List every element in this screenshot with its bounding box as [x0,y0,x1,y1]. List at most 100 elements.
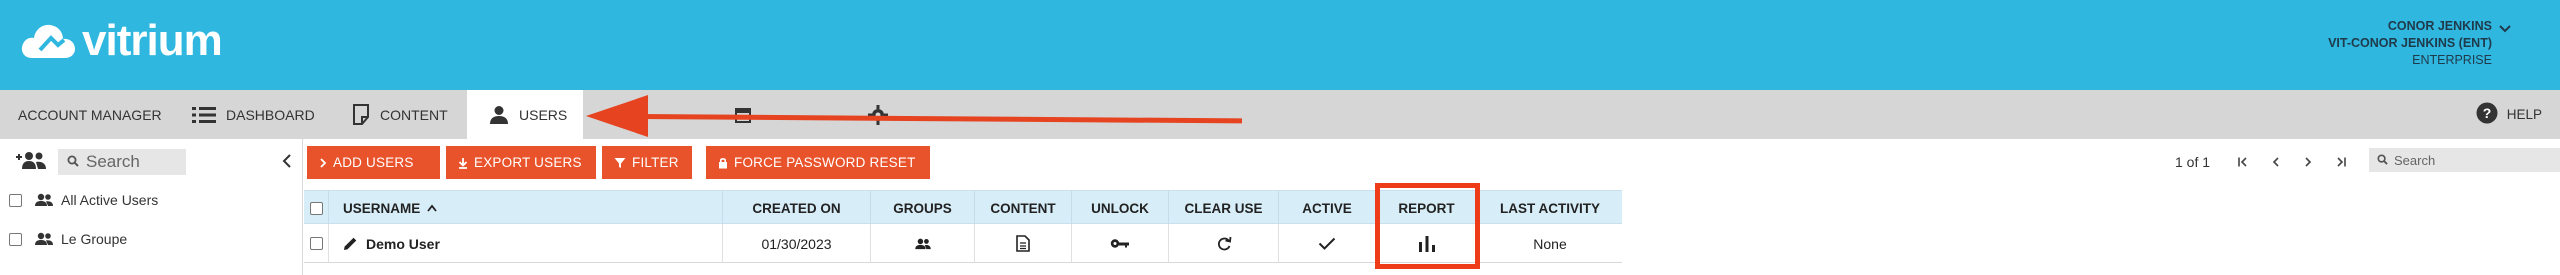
group-item-le-groupe[interactable]: Le Groupe [0,221,303,257]
column-username[interactable]: USERNAME [328,191,746,225]
last-page-icon[interactable] [2330,152,2350,172]
column-label: CONTENT [990,200,1056,216]
column-content[interactable]: CONTENT [974,191,1071,225]
help-icon: ? [2476,102,2498,127]
active-cell[interactable] [1278,224,1375,263]
users-action-bar: ADD USERS EXPORT USERS FILTER FORCE PASS… [304,139,2560,182]
last-activity-cell: None [1477,224,1622,263]
refresh-icon[interactable] [1216,235,1232,252]
collapse-sidebar-icon[interactable] [281,153,293,169]
pencil-icon[interactable] [343,236,358,251]
annotation-highlight-box [1375,183,1480,269]
group-label: Le Groupe [61,231,128,247]
main-nav: ACCOUNT MANAGER DASHBOARD CONTENT USERS … [0,90,2560,139]
vitrium-logo[interactable]: vitrium [18,16,223,66]
column-groups[interactable]: GROUPS [870,191,974,225]
column-label: CREATED ON [752,200,841,216]
force-password-reset-button[interactable]: FORCE PASSWORD RESET [706,146,930,179]
nav-users[interactable]: USERS [467,90,583,139]
sidebar-toolbar: Search [0,139,303,182]
column-clear-use[interactable]: CLEAR USE [1168,191,1278,225]
help-link[interactable]: ? HELP [2476,90,2542,139]
app-header: vitrium CONOR JENKINS VIT-CONOR JENKINS … [0,0,2560,90]
key-icon[interactable] [1110,238,1130,249]
groups-sidebar: Search All Active Users Le Groupe [0,139,303,275]
column-active[interactable]: ACTIVE [1278,191,1375,225]
group-checkbox[interactable] [9,193,22,207]
group-checkbox[interactable] [9,232,22,246]
column-label: CLEAR USE [1184,200,1263,216]
sort-ascending-icon [427,204,437,212]
username-cell[interactable]: Demo User [328,224,722,263]
column-created-on[interactable]: CREATED ON [722,191,870,225]
help-label: HELP [2506,107,2542,122]
groups-cell[interactable] [870,224,974,263]
group-icon [34,193,54,207]
row-checkbox[interactable] [309,237,323,250]
document-icon[interactable] [1016,235,1030,252]
nav-label: ACCOUNT MANAGER [18,106,162,123]
grid-search-input[interactable]: Search [2369,148,2560,172]
column-unlock[interactable]: UNLOCK [1071,191,1168,225]
select-all-checkbox[interactable] [309,201,323,215]
nav-dashboard[interactable]: DASHBOARD [192,90,315,139]
add-users-button[interactable]: ADD USERS [307,146,440,179]
first-page-icon[interactable] [2234,152,2254,172]
lock-icon [718,157,728,169]
button-label: ADD USERS [333,155,414,170]
filter-icon [614,157,626,169]
group-item-all-active-users[interactable]: All Active Users [0,182,303,218]
username-text: Demo User [366,235,440,252]
previous-page-icon[interactable] [2266,152,2286,172]
list-icon [192,106,216,124]
next-page-icon[interactable] [2298,152,2318,172]
group-icon [34,232,54,246]
document-icon [352,104,370,125]
chevron-down-icon[interactable] [2498,22,2512,36]
nav-label: DASHBOARD [226,106,315,123]
search-icon [67,152,79,172]
person-icon [489,105,509,125]
column-label: UNLOCK [1091,200,1149,216]
button-label: FORCE PASSWORD RESET [734,155,916,170]
sidebar-search-input[interactable]: Search [58,149,186,175]
user-account-menu[interactable]: CONOR JENKINS VIT-CONOR JENKINS (ENT) EN… [2328,18,2492,69]
svg-text:?: ? [2482,105,2491,121]
nav-content[interactable]: CONTENT [352,90,448,139]
logo-text: vitrium [82,16,223,65]
button-label: FILTER [632,155,679,170]
add-group-icon[interactable] [14,150,48,170]
gear-icon [868,104,888,125]
content-cell[interactable] [974,224,1071,263]
column-label: LAST ACTIVITY [1500,200,1600,216]
group-icon[interactable] [914,238,932,250]
group-label: All Active Users [61,192,159,208]
created-on-cell: 01/30/2023 [722,224,870,263]
account-name: VIT-CONOR JENKINS (ENT) [2328,36,2492,50]
grid-search-placeholder: Search [2394,152,2436,168]
user-name: CONOR JENKINS [2387,19,2492,33]
nav-label: USERS [519,106,568,123]
column-label: ACTIVE [1302,200,1352,216]
pagination-info: 1 of 1 [2175,154,2211,170]
row-select-cell [304,224,328,263]
search-icon [2377,153,2388,168]
annotation-arrow-head [586,95,648,137]
filter-button[interactable]: FILTER [602,146,692,179]
check-icon[interactable] [1318,237,1336,250]
export-users-button[interactable]: EXPORT USERS [446,146,596,179]
nav-hidden-item-2[interactable] [868,90,898,139]
cloud-logo-icon [21,24,75,58]
chevron-right-icon [319,157,327,168]
nav-label: CONTENT [380,106,448,123]
download-icon [458,157,468,169]
unlock-cell[interactable] [1071,224,1168,263]
sidebar-search-placeholder: Search [86,152,140,171]
column-last-activity[interactable]: LAST ACTIVITY [1477,191,1622,225]
plan-name: ENTERPRISE [2412,53,2492,67]
button-label: EXPORT USERS [474,155,582,170]
clear-use-cell[interactable] [1168,224,1278,263]
column-label: USERNAME [343,200,421,216]
nav-account-manager[interactable]: ACCOUNT MANAGER [18,90,162,139]
column-label: GROUPS [893,200,952,216]
